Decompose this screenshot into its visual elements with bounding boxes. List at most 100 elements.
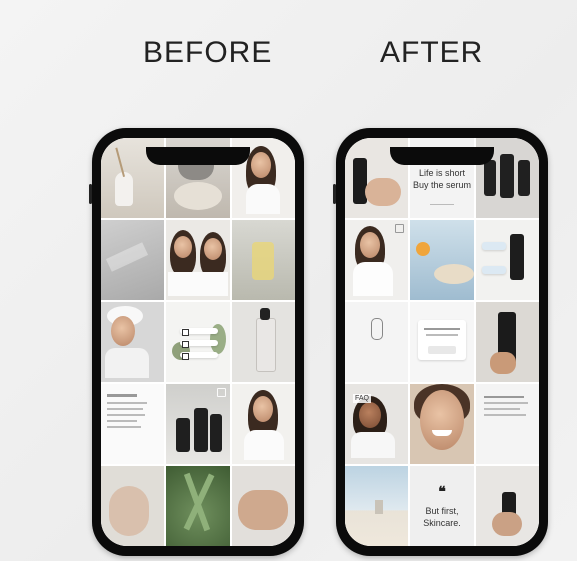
popup-button xyxy=(428,346,457,354)
model-shirts xyxy=(168,272,229,296)
before-heading: BEFORE xyxy=(143,36,273,69)
bathrobe xyxy=(105,348,149,378)
comparison-stage: BEFORE AFTER Life is short Buy the serum… xyxy=(0,0,577,561)
product-bottle-image xyxy=(194,408,209,452)
feed-tile[interactable] xyxy=(166,466,230,546)
shadow-pattern xyxy=(105,242,149,272)
dried-plant-image xyxy=(115,144,135,178)
popup-text-line xyxy=(424,328,461,330)
before-feed-grid xyxy=(101,138,295,546)
feed-tile[interactable] xyxy=(101,466,165,546)
divider xyxy=(430,204,455,205)
skin-closeup-image xyxy=(109,486,149,536)
before-phone-screen xyxy=(101,138,295,546)
feed-tile[interactable]: ❝ But first, Skincare. xyxy=(410,466,474,546)
serum-bottle-image xyxy=(509,234,524,280)
hand-image xyxy=(489,352,516,374)
hand-image xyxy=(365,178,401,206)
product-bottle-image xyxy=(210,414,223,452)
check-icon xyxy=(182,341,190,348)
popup-card xyxy=(418,320,467,360)
model-face-image xyxy=(111,316,135,346)
hand-closeup-image xyxy=(237,490,288,530)
feed-tile[interactable] xyxy=(231,466,295,546)
bottle-cap xyxy=(259,308,270,320)
text-line xyxy=(483,396,524,398)
feed-tile[interactable] xyxy=(475,302,539,382)
carousel-icon xyxy=(395,224,405,233)
serum-bottle-image xyxy=(353,158,367,204)
feed-tile[interactable] xyxy=(475,466,539,546)
check-icon xyxy=(182,329,190,336)
text-line xyxy=(483,414,526,416)
hand-image xyxy=(491,512,522,536)
orange-slice-image xyxy=(416,242,431,256)
model-shirt xyxy=(353,262,393,296)
feed-tile[interactable] xyxy=(345,302,409,382)
serum-bottle-image xyxy=(255,318,276,372)
feed-tile[interactable] xyxy=(345,220,409,300)
model-shirt xyxy=(245,184,280,214)
feed-tile[interactable] xyxy=(410,220,474,300)
model-shirt xyxy=(351,432,395,458)
phone-notch xyxy=(146,147,250,165)
after-phone-mockup: ❝ Life is short Buy the serum xyxy=(333,128,548,556)
feed-tile[interactable] xyxy=(475,384,539,464)
label-card xyxy=(481,266,506,274)
product-bottle-image xyxy=(483,160,496,196)
feed-tile[interactable] xyxy=(231,220,295,300)
lighthouse-image xyxy=(375,500,383,514)
after-phone-screen: ❝ Life is short Buy the serum xyxy=(345,138,539,546)
popup-text-line xyxy=(426,334,459,336)
product-bottle-image xyxy=(499,154,514,198)
text-line xyxy=(483,402,528,404)
model-face-image xyxy=(250,152,271,178)
straw-hat-image xyxy=(434,264,474,284)
check-icon xyxy=(182,353,190,360)
feed-tile[interactable] xyxy=(475,220,539,300)
vase-image xyxy=(115,172,133,206)
phone-notch xyxy=(390,147,494,165)
feed-tile[interactable] xyxy=(231,302,295,382)
feed-tile[interactable] xyxy=(166,302,230,382)
quote-line: But first, xyxy=(425,506,459,516)
quote-line: Buy the serum xyxy=(412,180,471,190)
review-text-line xyxy=(107,394,137,397)
model-face-image xyxy=(359,402,381,428)
carousel-icon xyxy=(216,388,226,397)
oil-glass-image xyxy=(251,242,274,280)
feed-tile[interactable] xyxy=(101,220,165,300)
feed-tile[interactable] xyxy=(101,384,165,464)
model-face-image xyxy=(360,232,380,258)
product-bottle-image xyxy=(517,160,530,196)
product-bottle-image xyxy=(176,418,191,452)
quote-icon: ❝ xyxy=(438,484,446,500)
model-face-image xyxy=(420,390,465,450)
feed-tile[interactable] xyxy=(166,384,230,464)
quote-line: Life is short xyxy=(418,168,465,178)
text-line xyxy=(483,408,520,410)
faq-label: FAQ xyxy=(353,394,372,403)
after-feed-grid: ❝ Life is short Buy the serum xyxy=(345,138,539,546)
label-card xyxy=(481,242,506,250)
review-text-line xyxy=(107,414,145,416)
brand-logo-icon xyxy=(371,318,383,340)
knit-coaster-image xyxy=(174,182,223,210)
review-text-line xyxy=(107,420,137,422)
feed-tile[interactable] xyxy=(410,302,474,382)
review-text-line xyxy=(107,426,141,428)
model-shirt xyxy=(243,430,284,460)
phone-side-button xyxy=(89,184,92,204)
quote-line: Skincare. xyxy=(423,518,461,528)
after-heading: AFTER xyxy=(380,36,484,69)
feed-tile[interactable] xyxy=(231,384,295,464)
review-text-line xyxy=(107,402,147,404)
feed-tile[interactable] xyxy=(166,220,230,300)
review-text-line xyxy=(107,408,143,410)
phone-side-button xyxy=(333,184,336,204)
feed-tile[interactable] xyxy=(101,302,165,382)
model-face-image xyxy=(252,396,273,422)
feed-tile[interactable] xyxy=(410,384,474,464)
before-phone-mockup xyxy=(89,128,304,556)
feed-tile[interactable] xyxy=(345,466,409,546)
